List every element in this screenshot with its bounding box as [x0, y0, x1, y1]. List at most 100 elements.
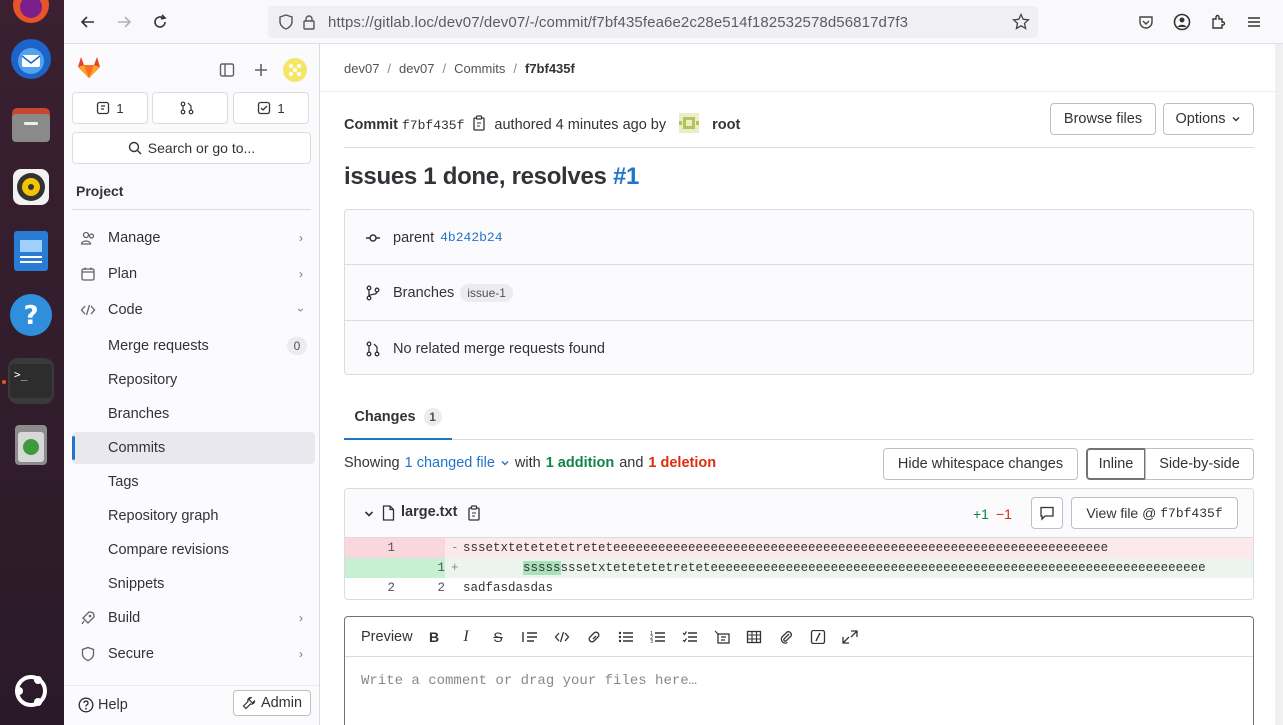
help-icon[interactable]: ?: [8, 292, 54, 338]
attach-file-icon[interactable]: [777, 629, 795, 645]
copy-file-path-icon[interactable]: [467, 505, 481, 524]
help-button[interactable]: Help: [78, 697, 128, 713]
table-icon[interactable]: [745, 629, 763, 645]
reload-icon[interactable]: [146, 8, 174, 36]
inline-view-button[interactable]: Inline: [1086, 448, 1146, 480]
side-by-side-button[interactable]: Side-by-side: [1145, 448, 1254, 480]
account-icon[interactable]: [1168, 8, 1196, 36]
diff-line-text: sssetxtetetetetreteteeeeeeeeeeeeeeeeeeee…: [560, 561, 1206, 575]
breadcrumb-commits[interactable]: Commits: [454, 61, 505, 76]
chevron-right-icon: ›: [299, 231, 303, 245]
create-new-icon[interactable]: [247, 56, 275, 84]
quick-actions-icon[interactable]: [809, 629, 827, 645]
preview-tab[interactable]: Preview: [361, 629, 413, 645]
copy-sha-icon[interactable]: [472, 115, 486, 135]
quote-icon[interactable]: [521, 629, 539, 645]
view-file-button[interactable]: View file @ f7bf435f: [1071, 497, 1238, 529]
svg-text:?: ?: [23, 301, 38, 331]
tab-changes[interactable]: Changes 1: [344, 395, 452, 440]
comment-button[interactable]: [1031, 497, 1063, 529]
extensions-icon[interactable]: [1204, 8, 1232, 36]
gitlab-logo-icon[interactable]: [76, 54, 102, 83]
sidebar-item-commits[interactable]: Commits: [72, 432, 315, 464]
author-link[interactable]: root: [712, 117, 740, 133]
forward-icon[interactable]: [110, 8, 138, 36]
options-dropdown[interactable]: Options: [1163, 103, 1254, 135]
sidebar-item-repository-graph[interactable]: Repository graph: [72, 500, 315, 532]
pocket-icon[interactable]: [1132, 8, 1160, 36]
old-line-number[interactable]: 1: [345, 541, 395, 555]
admin-button[interactable]: Admin: [233, 690, 311, 716]
files-icon[interactable]: [8, 102, 54, 148]
and-label: and: [619, 455, 644, 471]
sidebar-item-tags[interactable]: Tags: [72, 466, 315, 498]
sidebar-item-merge-requests[interactable]: Merge requests 0: [72, 330, 315, 362]
new-line-number[interactable]: 1: [395, 561, 445, 575]
sidebar-item-compare-revisions[interactable]: Compare revisions: [72, 534, 315, 566]
branch-badge[interactable]: issue-1: [460, 283, 513, 302]
page-scrollbar[interactable]: [1275, 44, 1283, 725]
todos-counter-button[interactable]: 1: [233, 92, 309, 124]
show-apps-icon[interactable]: [8, 668, 54, 714]
diff-line-context[interactable]: 2 2 sadfasdasdas: [345, 578, 1253, 598]
sidebar-item-snippets[interactable]: Snippets: [72, 568, 315, 600]
thunderbird-icon[interactable]: [8, 36, 54, 82]
author-avatar[interactable]: [678, 112, 700, 138]
breadcrumb-project[interactable]: dev07: [399, 61, 434, 76]
address-bar[interactable]: https://gitlab.loc/dev07/dev07/-/commit/…: [268, 6, 1038, 38]
sidebar-item-manage[interactable]: Manage ›: [72, 222, 315, 254]
bulleted-list-icon[interactable]: [617, 629, 635, 645]
hide-whitespace-button[interactable]: Hide whitespace changes: [883, 448, 1078, 480]
sidebar-item-branches[interactable]: Branches: [72, 398, 315, 430]
collapsible-section-icon[interactable]: [713, 629, 731, 645]
code-icon[interactable]: [553, 629, 571, 645]
file-name[interactable]: large.txt: [401, 504, 457, 520]
sidebar-toggle-icon[interactable]: [213, 56, 241, 84]
menu-icon[interactable]: [1240, 8, 1268, 36]
terminal-icon[interactable]: >_: [8, 358, 54, 404]
diff-highlight: sssss: [523, 561, 561, 575]
merge-requests-counter-button[interactable]: [152, 92, 228, 124]
sidebar-item-code[interactable]: Code ›: [72, 294, 315, 326]
sidebar-item-repository[interactable]: Repository: [72, 364, 315, 396]
sidebar-item-label: Secure: [108, 646, 154, 662]
bold-icon[interactable]: B: [425, 629, 443, 645]
issue-reference-link[interactable]: #1: [613, 163, 639, 190]
comment-input[interactable]: Write a comment or drag your files here…: [361, 673, 697, 689]
back-icon[interactable]: [74, 8, 102, 36]
strikethrough-icon[interactable]: S: [489, 629, 507, 645]
sidebar-item-label: Manage: [108, 230, 161, 246]
changed-files-dropdown[interactable]: 1 changed file: [405, 455, 495, 471]
italic-icon[interactable]: I: [457, 628, 475, 645]
new-line-number[interactable]: 2: [395, 581, 445, 595]
diff-file-header: large.txt +1 −1 View file @ f7bf435f: [345, 489, 1253, 538]
bookmark-star-icon[interactable]: [1012, 12, 1030, 34]
fullscreen-icon[interactable]: [841, 629, 859, 645]
trash-icon[interactable]: [8, 422, 54, 468]
firefox-icon[interactable]: [8, 0, 54, 28]
shield-icon[interactable]: [278, 14, 294, 33]
numbered-list-icon[interactable]: 123: [649, 629, 667, 645]
question-icon: [78, 697, 94, 713]
diff-line-added[interactable]: 1 + ssssssssetxtetetetetreteteeeeeeeeeee…: [345, 558, 1253, 578]
sidebar-item-build[interactable]: Build ›: [72, 602, 315, 634]
commit-label: Commit: [344, 117, 398, 133]
parent-sha-link[interactable]: 4b242b24: [440, 230, 502, 245]
rhythmbox-icon[interactable]: [8, 164, 54, 210]
user-avatar[interactable]: [281, 56, 309, 84]
sidebar-item-plan[interactable]: Plan ›: [72, 258, 315, 290]
issues-counter-button[interactable]: 1: [72, 92, 148, 124]
code-icon: [80, 302, 96, 318]
old-line-number[interactable]: 2: [345, 581, 395, 595]
breadcrumb-group[interactable]: dev07: [344, 61, 379, 76]
link-icon[interactable]: [585, 629, 603, 645]
chevron-down-icon[interactable]: [363, 507, 375, 523]
writer-icon[interactable]: [8, 228, 54, 274]
sidebar-item-secure[interactable]: Secure ›: [72, 638, 315, 670]
task-list-icon[interactable]: [681, 629, 699, 645]
lock-icon[interactable]: [302, 14, 316, 33]
search-button[interactable]: Search or go to...: [72, 132, 311, 164]
chevron-down-icon[interactable]: [500, 458, 510, 468]
breadcrumb-current[interactable]: f7bf435f: [525, 61, 575, 76]
browse-files-button[interactable]: Browse files: [1050, 103, 1156, 135]
